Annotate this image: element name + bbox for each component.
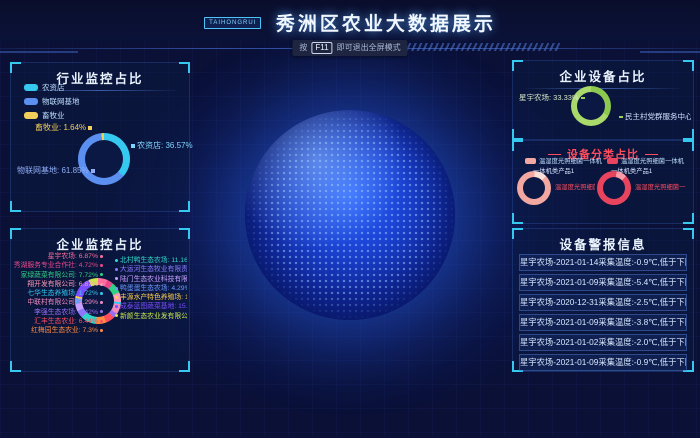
legend-item[interactable]: 畜牧业 <box>24 110 80 121</box>
chart-label: 李强生态农场: 3.42% <box>13 308 105 317</box>
device-category-right-donut[interactable] <box>597 171 631 205</box>
legend-swatch <box>525 158 536 164</box>
alarm-list: 星宇农场-2021-01-14采集温度:-0.9℃,低于下限:0℃ 星宇农场-20… <box>513 251 693 374</box>
legend-swatch <box>607 158 618 164</box>
chart-label: 北村鸭生态农场: 11.16% <box>113 256 187 265</box>
device-chart-label: 星宇农场: 33.33% <box>519 92 587 103</box>
category-legend-right[interactable]: 温湿度光照细菌一体机 <box>607 156 684 165</box>
title-dash <box>645 154 658 155</box>
header: TAIHONGRUI 秀洲区农业大数据展示 按 F11 即可退出全屏模式 <box>0 0 700 56</box>
chart-label: 鸭蛋蛋生态农场: 4.29% <box>113 284 187 293</box>
industry-chart-label: 畜牧业: 1.64% <box>35 122 94 133</box>
alarm-row: 星宇农场-2021-01-09采集温度:-3.8℃,低于下限:0℃ <box>519 314 687 331</box>
header-line-right <box>640 51 700 53</box>
enterprise-monitor-right-labels: 北村鸭生态农场: 11.16%大运河生态牧业有限责任公陆门生态农业科技有限公鸭蛋… <box>113 256 187 321</box>
legend-swatch <box>24 98 38 105</box>
alarm-row: 星宇农场-2021-01-09采集温度:-0.9℃,低于下限:0℃ <box>519 354 687 371</box>
chart-label: 星宇农场: 6.87% <box>13 252 105 261</box>
donut-hole <box>603 177 625 199</box>
chart-label: 翔开发有限公司: 6.87% <box>13 280 105 289</box>
legend-item[interactable]: 农资店 <box>24 82 80 93</box>
panel-enterprise-monitor: 企业监控占比 星宇农场: 6.87%秀湖服务专业合作社: 4.72%家绿蔬菜有限… <box>10 228 190 372</box>
page-title: 秀洲区农业大数据展示 <box>276 9 496 36</box>
legend-label: 温湿度光照细菌一体机 <box>539 156 602 165</box>
enterprise-monitor-title: 企业监控占比 <box>11 229 189 253</box>
legend-label: 物联网基地 <box>42 96 80 107</box>
f11-key: F11 <box>311 42 332 54</box>
chart-label: 红梅园生态农业: 7.3% <box>13 326 105 335</box>
title-dash <box>548 154 561 155</box>
panel-separator <box>521 88 685 89</box>
chart-label: 汇丰生态农业: 6.44% <box>13 317 105 326</box>
globe-highlight <box>245 110 455 320</box>
category-legend-left[interactable]: 温湿度光照细菌一体机 <box>525 156 602 165</box>
donut-hole <box>523 177 545 199</box>
panel-device-alarms: 设备警报信息 星宇农场-2021-01-14采集温度:-0.9℃,低于下限:0℃… <box>512 228 694 372</box>
chart-label: 成泰蓝图蔬菜基地: 15.02% <box>113 302 187 311</box>
logo: TAIHONGRUI <box>204 17 261 29</box>
chart-label: 陆门生态农业科技有限公 <box>113 275 187 284</box>
legend-swatch <box>24 84 38 91</box>
enterprise-device-title: 企业设备占比 <box>513 61 693 85</box>
industry-chart-label: 农资店: 36.57% <box>129 140 193 151</box>
category-side-label: 温湿度光照细菌一 <box>635 182 691 191</box>
chart-label: 家绿蔬菜有限公司: 7.72% <box>13 271 105 280</box>
chart-label: 新颜生态农业发有限公司: 6.87% <box>113 312 187 321</box>
chart-label: 大运河生态牧业有限责任公 <box>113 265 187 274</box>
legend-label: 温湿度光照细菌一体机 <box>621 156 684 165</box>
alarm-row: 星宇农场-2021-01-14采集温度:-0.9℃,低于下限:0℃ <box>519 254 687 271</box>
chart-label: 七华生态养殖场: 1.72% <box>13 289 105 298</box>
panel-enterprise-device: 企业设备占比 星宇农场: 33.33% 民主村党群服务中心: <box>512 60 694 140</box>
legend-label: 畜牧业 <box>42 110 65 121</box>
enterprise-monitor-left-labels: 星宇农场: 6.87%秀湖服务专业合作社: 4.72%家绿蔬菜有限公司: 7.7… <box>13 252 105 336</box>
alarm-row: 星宇农场-2021-01-09采集温度:-5.4℃,低于下限:0℃ <box>519 274 687 291</box>
chart-label: 秀湖服务专业合作社: 4.72% <box>13 261 105 270</box>
panel-device-category: 设备分类占比 温湿度光照细菌一体机 温湿度光照细菌一体机 一体机类产品1 一体机… <box>512 140 694 224</box>
fullscreen-hint: 按 F11 即可退出全屏模式 <box>292 40 407 56</box>
device-alarms-title: 设备警报信息 <box>513 229 693 253</box>
category-side-label: 温湿度光照细菌一 <box>555 182 595 191</box>
industry-donut-chart[interactable] <box>78 133 130 185</box>
legend-label: 农资店 <box>42 82 65 93</box>
industry-chart-label: 物联网基地: 61.85% <box>17 165 97 176</box>
alarm-row: 星宇农场-2021-01-02采集温度:-2.0℃,低于下限:0℃ <box>519 334 687 351</box>
chart-label: 丰源水产特色养殖场: 1. <box>113 293 187 302</box>
dashboard: TAIHONGRUI 秀洲区农业大数据展示 按F11即可退出全屏模式 行业监控占… <box>0 0 700 438</box>
chart-label: 中联村有限公司: 7.29% <box>13 298 105 307</box>
hint-suffix: 即可退出全屏模式 <box>337 43 401 52</box>
globe-visualization <box>245 110 455 320</box>
alarm-row: 星宇农场-2020-12-31采集温度:-2.5℃,低于下限:0℃ <box>519 294 687 311</box>
header-line-left <box>0 51 78 53</box>
hint-prefix: 按 <box>299 43 307 52</box>
legend-swatch <box>24 112 38 119</box>
panel-industry-monitor: 行业监控占比 农资店物联网基地畜牧业 畜牧业: 1.64% 农资店: 36.57… <box>10 62 190 212</box>
device-category-left-donut[interactable] <box>517 171 551 205</box>
industry-legend: 农资店物联网基地畜牧业 <box>24 82 80 124</box>
device-chart-label: 民主村党群服务中心: <box>617 111 691 122</box>
legend-item[interactable]: 物联网基地 <box>24 96 80 107</box>
